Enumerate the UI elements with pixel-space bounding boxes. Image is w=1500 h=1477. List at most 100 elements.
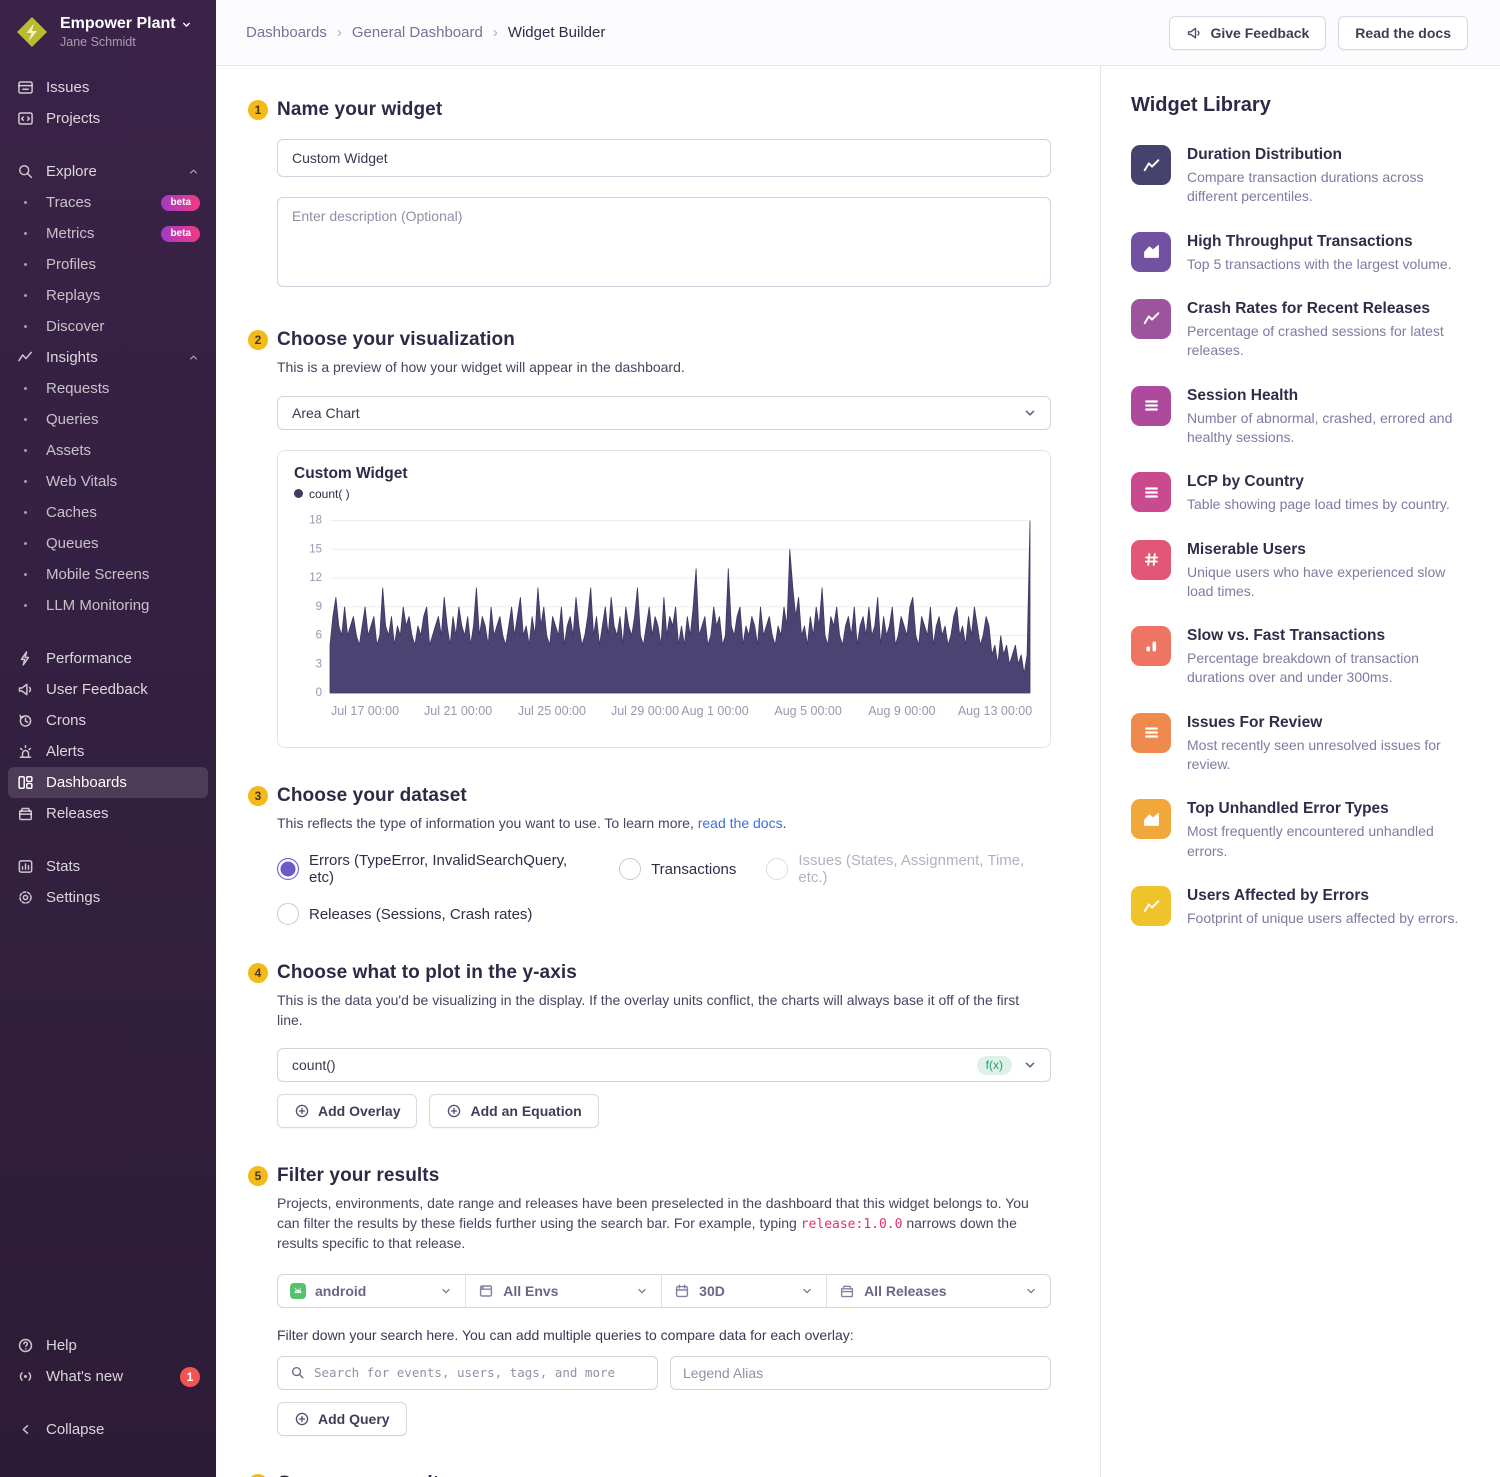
sidebar-item-label: Insights xyxy=(46,349,98,366)
radio-icon[interactable] xyxy=(277,903,299,925)
widget-name-input[interactable] xyxy=(277,139,1051,177)
widget-library-panel: Widget Library Duration DistributionComp… xyxy=(1100,66,1500,1477)
box-icon xyxy=(839,1283,855,1299)
breadcrumb-dashboards[interactable]: Dashboards xyxy=(246,24,327,41)
give-feedback-button[interactable]: Give Feedback xyxy=(1169,16,1326,50)
y-axis-function-select[interactable]: count() f(x) xyxy=(277,1048,1051,1082)
svg-text:Aug 5 00:00: Aug 5 00:00 xyxy=(774,704,841,718)
sidebar-item-web-vitals[interactable]: Web Vitals xyxy=(8,466,208,497)
sidebar-item-assets[interactable]: Assets xyxy=(8,435,208,466)
sidebar-item-what-s-new[interactable]: What's new1 xyxy=(8,1361,208,1392)
sidebar-item-requests[interactable]: Requests xyxy=(8,373,208,404)
sidebar-item-replays[interactable]: Replays xyxy=(8,280,208,311)
filter-all-releases[interactable]: All Releases xyxy=(827,1275,1050,1307)
sidebar-item-queries[interactable]: Queries xyxy=(8,404,208,435)
sidebar-item-performance[interactable]: Performance xyxy=(8,643,208,674)
sidebar-item-label: Collapse xyxy=(46,1421,104,1438)
sidebar-item-collapse[interactable]: Collapse xyxy=(8,1414,208,1445)
library-item-description: Compare transaction durations across dif… xyxy=(1187,168,1472,207)
sidebar-item-queues[interactable]: Queues xyxy=(8,528,208,559)
sidebar-item-profiles[interactable]: Profiles xyxy=(8,249,208,280)
library-item-description: Percentage breakdown of transaction dura… xyxy=(1187,649,1472,688)
sidebar-item-label: Stats xyxy=(46,858,80,875)
dataset-option-issues-states-assignment-time-etc[interactable]: Issues (States, Assignment, Time, etc.) xyxy=(766,852,1051,886)
filter-all-envs[interactable]: All Envs xyxy=(466,1275,662,1307)
library-item-miserable-users[interactable]: Miserable UsersUnique users who have exp… xyxy=(1131,540,1472,602)
sidebar-item-label: Mobile Screens xyxy=(46,566,149,583)
dataset-option-label: Releases (Sessions, Crash rates) xyxy=(309,906,532,923)
step-y-axis: 4 Choose what to plot in the y-axis This… xyxy=(277,962,1051,1128)
library-item-users-affected-by-errors[interactable]: Users Affected by ErrorsFootprint of uni… xyxy=(1131,886,1472,928)
filter-android[interactable]: android xyxy=(278,1275,466,1307)
read-the-docs-button[interactable]: Read the docs xyxy=(1338,16,1468,50)
library-item-issues-for-review[interactable]: Issues For ReviewMost recently seen unre… xyxy=(1131,713,1472,775)
library-item-session-health[interactable]: Session HealthNumber of abnormal, crashe… xyxy=(1131,386,1472,448)
library-item-text: Users Affected by ErrorsFootprint of uni… xyxy=(1187,886,1458,928)
bullet-icon xyxy=(16,194,34,212)
library-item-lcp-by-country[interactable]: LCP by CountryTable showing page load ti… xyxy=(1131,472,1472,514)
step-title: Choose your dataset xyxy=(277,785,1051,807)
sidebar-item-user-feedback[interactable]: User Feedback xyxy=(8,674,208,705)
sidebar-item-insights[interactable]: Insights xyxy=(8,342,208,373)
step-name-widget: 1 Name your widget xyxy=(277,99,1051,292)
widget-builder-form: 1 Name your widget 2 Choose your visuali… xyxy=(216,66,1100,1477)
library-item-text: LCP by CountryTable showing page load ti… xyxy=(1187,472,1450,514)
breadcrumb-general-dashboard[interactable]: General Dashboard xyxy=(352,24,483,41)
library-item-top-unhandled-error-types[interactable]: Top Unhandled Error TypesMost frequently… xyxy=(1131,799,1472,861)
sidebar-item-caches[interactable]: Caches xyxy=(8,497,208,528)
radio-checked-icon[interactable] xyxy=(277,858,299,880)
radio-icon[interactable] xyxy=(619,858,641,880)
sidebar-item-issues[interactable]: Issues xyxy=(8,72,208,103)
org-switcher[interactable]: Empower Plant Jane Schmidt xyxy=(0,0,216,68)
chevron-down-icon xyxy=(439,1284,453,1298)
svg-text:Jul 21 00:00: Jul 21 00:00 xyxy=(424,704,492,718)
search-input[interactable] xyxy=(314,1365,645,1380)
library-item-slow-vs-fast-transactions[interactable]: Slow vs. Fast TransactionsPercentage bre… xyxy=(1131,626,1472,688)
sidebar-item-traces[interactable]: Tracesbeta xyxy=(8,187,208,218)
page-filter-bar: androidAll Envs30DAll Releases xyxy=(277,1274,1051,1308)
add-equation-button[interactable]: Add an Equation xyxy=(429,1094,598,1128)
org-name: Empower Plant xyxy=(60,15,176,33)
widget-description-input[interactable] xyxy=(277,197,1051,287)
sidebar-group: PerformanceUser FeedbackCronsAlertsDashb… xyxy=(0,643,216,829)
sidebar-item-explore[interactable]: Explore xyxy=(8,156,208,187)
dataset-option-releases-sessions-crash-rates[interactable]: Releases (Sessions, Crash rates) xyxy=(277,903,532,925)
chevron-up-icon xyxy=(187,165,200,178)
legend-alias-input[interactable] xyxy=(683,1365,1038,1381)
sidebar-item-metrics[interactable]: Metricsbeta xyxy=(8,218,208,249)
library-item-description: Unique users who have experienced slow l… xyxy=(1187,563,1472,602)
dataset-option-errors-typeerror-invalidsearchquery-etc[interactable]: Errors (TypeError, InvalidSearchQuery, e… xyxy=(277,852,589,886)
stats-icon xyxy=(16,858,34,876)
sidebar-item-help[interactable]: Help xyxy=(8,1330,208,1361)
list-chart-icon xyxy=(1131,472,1171,512)
library-item-high-throughput-transactions[interactable]: High Throughput TransactionsTop 5 transa… xyxy=(1131,232,1472,274)
sidebar-item-discover[interactable]: Discover xyxy=(8,311,208,342)
dataset-option-transactions[interactable]: Transactions xyxy=(619,858,736,880)
radio-icon[interactable] xyxy=(766,858,788,880)
sidebar-item-settings[interactable]: Settings xyxy=(8,882,208,913)
add-query-button[interactable]: Add Query xyxy=(277,1402,407,1436)
read-the-docs-link[interactable]: read the docs xyxy=(698,815,783,831)
sidebar-group: IssuesProjects xyxy=(0,72,216,134)
sidebar-item-stats[interactable]: Stats xyxy=(8,851,208,882)
window-icon xyxy=(478,1283,494,1299)
library-item-crash-rates-for-recent-releases[interactable]: Crash Rates for Recent ReleasesPercentag… xyxy=(1131,299,1472,361)
sidebar-item-crons[interactable]: Crons xyxy=(8,705,208,736)
sidebar-item-alerts[interactable]: Alerts xyxy=(8,736,208,767)
sidebar-item-mobile-screens[interactable]: Mobile Screens xyxy=(8,559,208,590)
sidebar-item-releases[interactable]: Releases xyxy=(8,798,208,829)
library-item-duration-distribution[interactable]: Duration DistributionCompare transaction… xyxy=(1131,145,1472,207)
bars-chart-icon xyxy=(1131,626,1171,666)
bullet-icon xyxy=(16,411,34,429)
bullet-icon xyxy=(16,225,34,243)
step-filter: 5 Filter your results Projects, environm… xyxy=(277,1165,1051,1435)
visualization-select[interactable]: Area Chart xyxy=(277,396,1051,430)
sidebar-item-label: LLM Monitoring xyxy=(46,597,149,614)
sidebar-item-dashboards[interactable]: Dashboards xyxy=(8,767,208,798)
add-overlay-button[interactable]: Add Overlay xyxy=(277,1094,417,1128)
sidebar-item-llm-monitoring[interactable]: LLM Monitoring xyxy=(8,590,208,621)
library-item-title: Top Unhandled Error Types xyxy=(1187,799,1472,818)
library-item-description: Footprint of unique users affected by er… xyxy=(1187,909,1458,928)
filter-30d[interactable]: 30D xyxy=(662,1275,827,1307)
sidebar-item-projects[interactable]: Projects xyxy=(8,103,208,134)
